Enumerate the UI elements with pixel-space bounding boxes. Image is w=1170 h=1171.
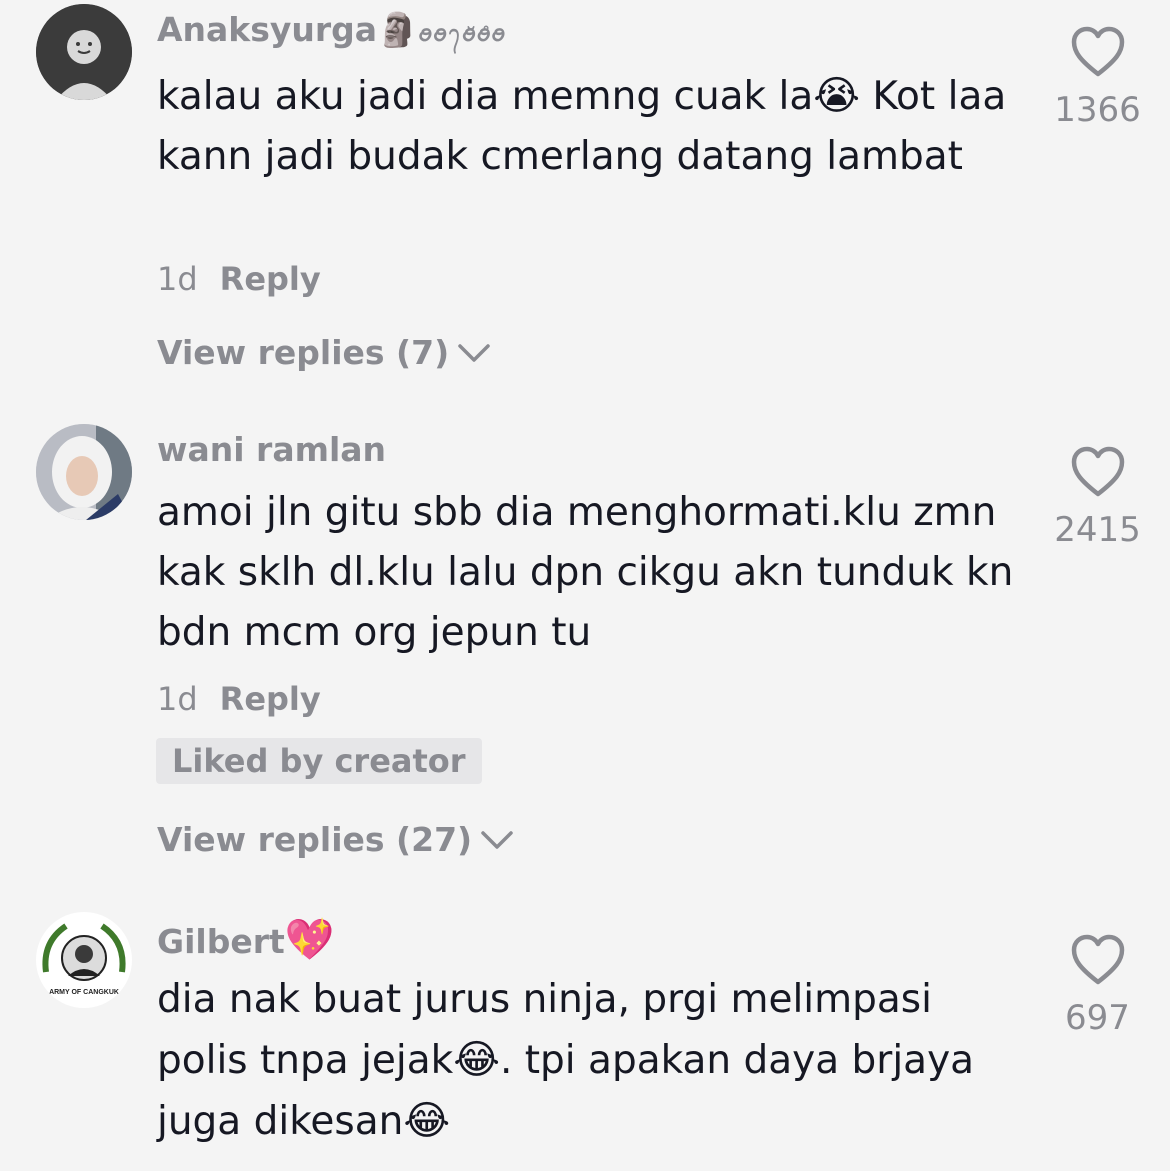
reply-button[interactable]: Reply [220,680,321,718]
liked-by-creator-badge: Liked by creator [156,738,482,784]
chevron-down-icon [458,343,490,362]
heart-outline-icon[interactable] [1070,934,1126,986]
avatar[interactable]: ARMY OF CANGKUK [36,912,132,1008]
view-replies-button[interactable]: View replies (7) [157,333,491,372]
view-replies-label: View replies (27) [157,820,473,859]
sparkling-heart-icon: 💖 [284,917,335,963]
avatar[interactable] [36,4,132,100]
view-replies-button[interactable]: View replies (27) [157,820,514,859]
avatar-badge-text: ARMY OF CANGKUK [49,989,119,996]
comment-meta: 1d Reply [157,680,321,718]
like-count: 1366 [1054,90,1141,130]
comment-text: dia nak buat jurus ninja, prgi melimpasi… [157,977,975,1144]
username-text: Anaksyurga🗿 [157,10,419,49]
reply-button[interactable]: Reply [220,260,321,298]
like-area: 697 [1040,934,1155,1038]
username-text: Gilbert [157,922,285,961]
heart-outline-icon[interactable] [1070,446,1126,498]
comment-text: kalau aku jadi dia memng cuak la😭 Kot la… [157,73,1007,179]
username[interactable]: Gilbert💖 [157,916,335,963]
comment-time: 1d [157,260,198,298]
like-count: 2415 [1054,510,1141,550]
like-area: 1366 [1040,26,1155,130]
comment-text: amoi jln gitu sbb dia menghormati.klu zm… [157,490,1014,655]
like-area: 2415 [1040,446,1155,550]
username[interactable]: Anaksyurga🗿ꪮꪮ᭢ꪮ̆ꪮ̊ꪮ [157,10,506,59]
avatar[interactable] [36,424,132,520]
view-replies-label: View replies (7) [157,333,450,372]
username-decoration: ꪮꪮ᭢ꪮ̆ꪮ̊ꪮ [418,22,506,47]
like-count: 697 [1065,998,1130,1038]
comment-meta: 1d Reply [157,260,321,298]
heart-outline-icon[interactable] [1070,26,1126,78]
username[interactable]: wani ramlan [157,430,386,469]
chevron-down-icon [481,830,513,849]
comment-time: 1d [157,680,198,718]
